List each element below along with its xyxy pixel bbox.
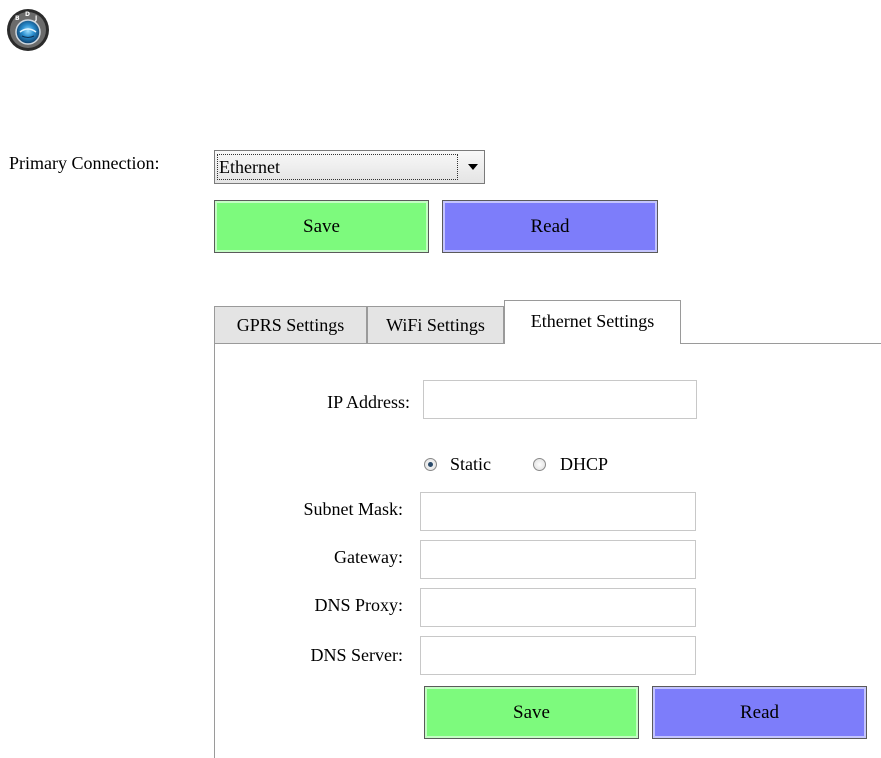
tab-ethernet-settings[interactable]: Ethernet Settings [504, 300, 681, 344]
primary-connection-value: Ethernet [217, 154, 458, 180]
app-logo-icon: B D J [6, 8, 50, 52]
svg-text:B: B [15, 15, 20, 22]
dhcp-radio-label[interactable]: DHCP [560, 453, 608, 475]
ethernet-read-button[interactable]: Read [652, 686, 867, 739]
subnet-mask-input[interactable] [420, 492, 696, 531]
gateway-label: Gateway: [334, 547, 403, 567]
dns-proxy-input[interactable] [420, 588, 696, 627]
dns-server-input[interactable] [420, 636, 696, 675]
tab-gprs-settings[interactable]: GPRS Settings [214, 306, 367, 344]
gateway-input[interactable] [420, 540, 696, 579]
ethernet-save-button[interactable]: Save [424, 686, 639, 739]
tab-panel-border-top [680, 343, 881, 344]
primary-connection-select[interactable]: Ethernet [214, 150, 485, 184]
svg-text:D: D [25, 11, 30, 18]
tab-wifi-settings[interactable]: WiFi Settings [367, 306, 504, 344]
static-radio-label[interactable]: Static [450, 453, 491, 475]
tab-panel-border-left [214, 343, 215, 758]
ip-address-label: IP Address: [327, 392, 410, 412]
svg-text:J: J [34, 15, 37, 22]
primary-save-button[interactable]: Save [214, 200, 429, 253]
chevron-down-icon[interactable] [468, 164, 478, 170]
dns-server-label: DNS Server: [310, 645, 404, 665]
dhcp-radio[interactable] [533, 458, 546, 471]
primary-read-button[interactable]: Read [442, 200, 658, 253]
ip-address-input[interactable] [423, 380, 697, 419]
dns-proxy-label: DNS Proxy: [314, 595, 403, 615]
subnet-mask-label: Subnet Mask: [303, 499, 403, 519]
primary-connection-label: Primary Connection: [9, 153, 160, 173]
static-radio[interactable] [424, 458, 437, 471]
